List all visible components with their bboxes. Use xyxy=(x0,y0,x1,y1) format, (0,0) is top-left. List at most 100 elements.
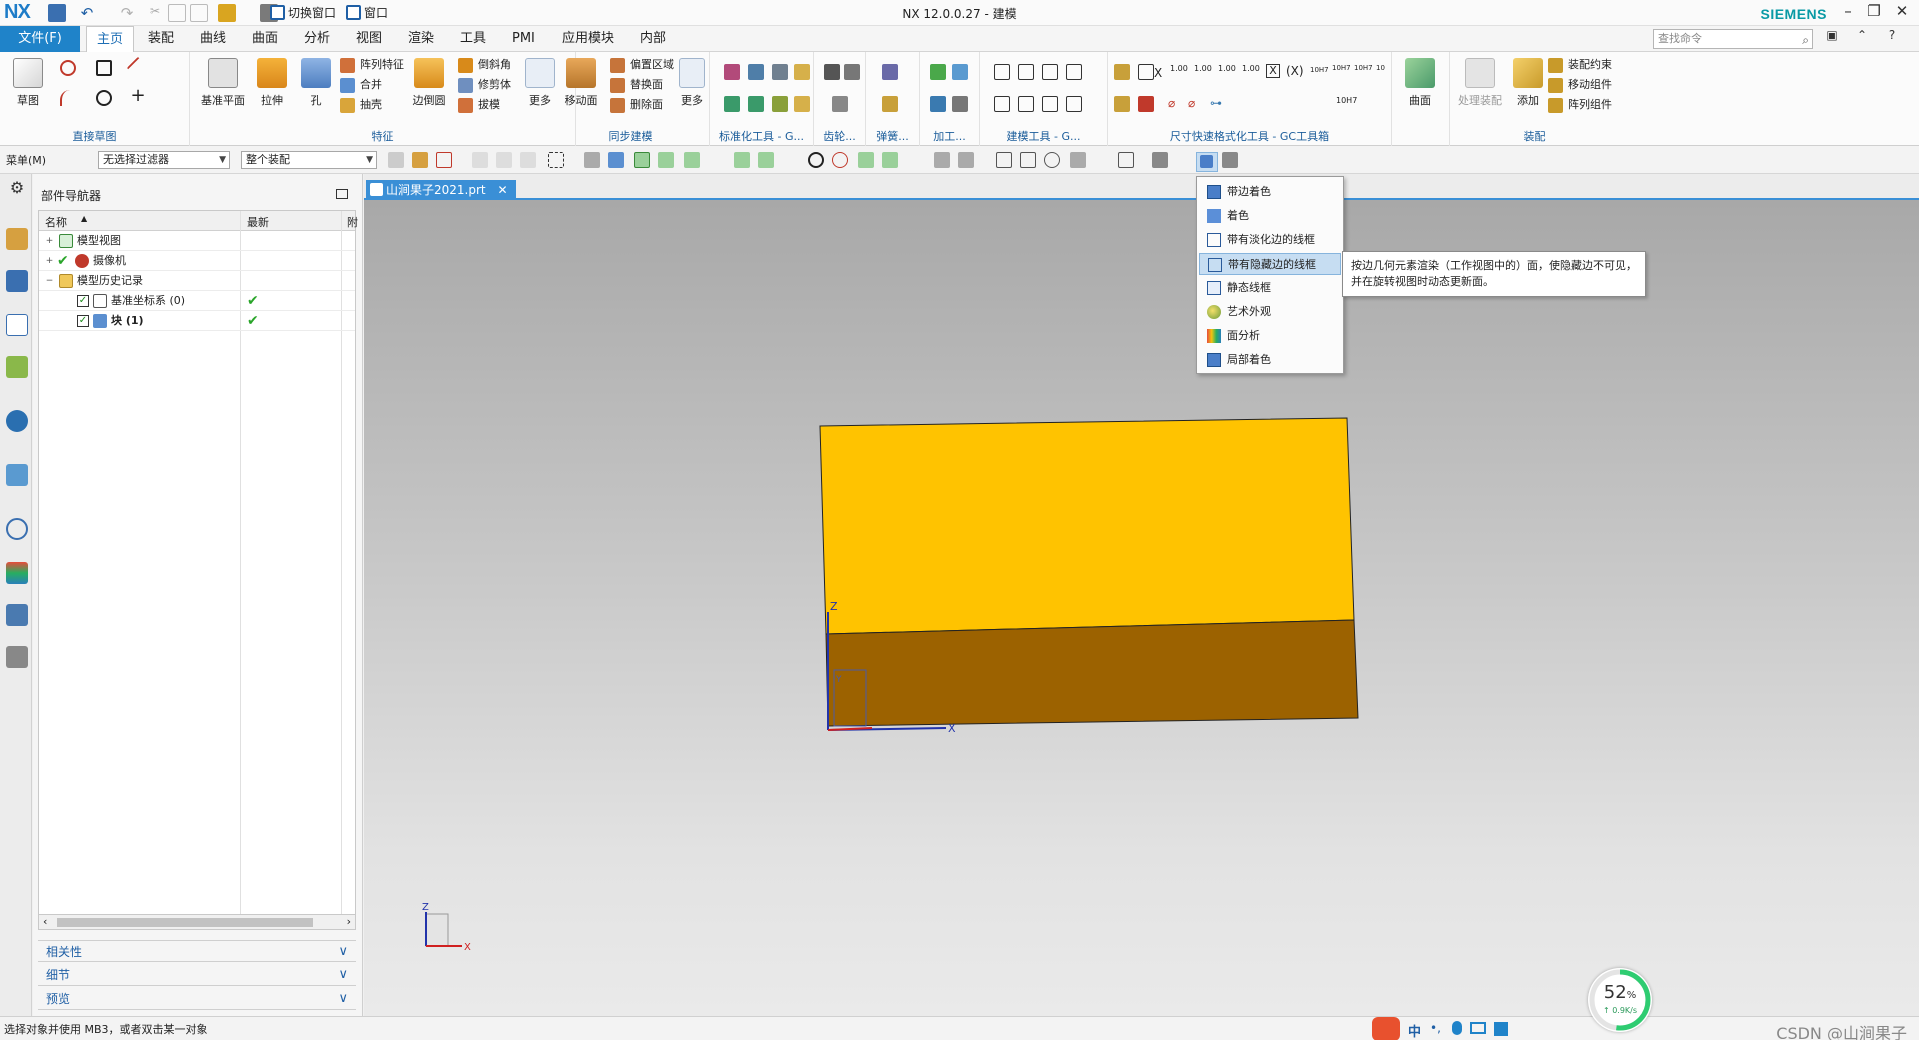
tolerance-label[interactable]: 10H7 xyxy=(1336,96,1357,105)
constraint-navigator-icon[interactable] xyxy=(6,270,28,292)
ime-mode-label[interactable]: 中 xyxy=(1408,1021,1421,1040)
section-preview[interactable]: 预览 ∨ xyxy=(38,988,356,1010)
file-menu-tab[interactable]: 文件(F) xyxy=(0,26,80,52)
spring-icon[interactable] xyxy=(882,64,898,80)
tool-icon[interactable] xyxy=(724,64,740,80)
close-window-button[interactable]: ✕ xyxy=(1889,2,1915,24)
menu-item-wireframe-hidden-edges[interactable]: 带有隐藏边的线框 xyxy=(1199,253,1341,275)
dim-tool-icon[interactable] xyxy=(1114,64,1130,80)
tree-row[interactable]: ✓ 基准坐标系 (0) ✔ xyxy=(39,291,355,311)
menu-item-studio[interactable]: 艺术外观 xyxy=(1199,301,1341,323)
command-finder-input[interactable]: 查找命令 ⌕ xyxy=(1653,29,1813,49)
modeling-tool-icon[interactable] xyxy=(994,64,1010,80)
visibility-checkbox[interactable]: ✓ xyxy=(77,295,89,307)
graphics-window[interactable]: Z X Y Z X xyxy=(364,200,1919,1016)
snap-icon[interactable] xyxy=(734,152,750,168)
tab-surface[interactable]: 曲面 xyxy=(242,26,288,52)
tool-icon[interactable] xyxy=(794,64,810,80)
tab-home[interactable]: 主页 xyxy=(86,26,135,52)
selection-tool-icon[interactable] xyxy=(520,152,536,168)
dim-label[interactable]: 1.00 xyxy=(1218,64,1236,73)
view-tool-icon[interactable] xyxy=(1222,152,1238,168)
tab-view[interactable]: 视图 xyxy=(346,26,392,52)
selection-tool-icon[interactable] xyxy=(388,152,404,168)
view-tool-icon[interactable] xyxy=(1152,152,1168,168)
diameter-icon[interactable]: ⌀ xyxy=(1188,96,1195,110)
snap-icon[interactable] xyxy=(808,152,824,168)
modeling-tool-icon[interactable] xyxy=(1042,64,1058,80)
machining-icon[interactable] xyxy=(952,64,968,80)
ime-punct-label[interactable]: •, xyxy=(1430,1021,1441,1035)
tab-tools[interactable]: 工具 xyxy=(450,26,496,52)
pattern-component-button[interactable]: 阵列组件 xyxy=(1548,96,1612,114)
sync-more-button[interactable]: 更多 xyxy=(676,56,708,108)
menu-item-wireframe-dimmed-edges[interactable]: 带有淡化边的线框 xyxy=(1199,229,1341,251)
chamfer-button[interactable]: 倒斜角 xyxy=(458,56,511,74)
modeling-tool-icon[interactable] xyxy=(1018,96,1034,112)
delete-face-button[interactable]: 删除面 xyxy=(610,96,663,114)
snap-icon[interactable] xyxy=(882,152,898,168)
machining-icon[interactable] xyxy=(930,64,946,80)
expand-icon[interactable]: + xyxy=(45,257,54,266)
section-details[interactable]: 细节 ∨ xyxy=(38,964,356,986)
visibility-checkbox[interactable]: ✓ xyxy=(77,315,89,327)
dim-tool-icon[interactable] xyxy=(1138,64,1154,80)
column-header-extra[interactable]: 附 xyxy=(347,214,358,230)
modeling-tool-icon[interactable] xyxy=(994,96,1010,112)
selection-tool-icon[interactable] xyxy=(608,152,624,168)
modeling-tool-icon[interactable] xyxy=(1042,96,1058,112)
expand-icon[interactable]: + xyxy=(45,237,54,246)
maximize-icon[interactable] xyxy=(336,189,348,199)
arc-icon[interactable] xyxy=(60,90,76,106)
tool-icon[interactable] xyxy=(772,64,788,80)
tool-icon[interactable] xyxy=(772,96,788,112)
menu-button[interactable]: 菜单(M) xyxy=(6,152,46,168)
tolerance-label[interactable]: 10H7 xyxy=(1332,64,1351,72)
snap-icon[interactable] xyxy=(684,152,700,168)
reuse-library-icon[interactable] xyxy=(6,356,28,378)
sogou-logo-icon[interactable] xyxy=(1372,1017,1400,1040)
modeling-tool-icon[interactable] xyxy=(1018,64,1034,80)
surface-button[interactable]: 曲面 xyxy=(1398,56,1442,108)
offset-region-button[interactable]: 偏置区域 xyxy=(610,56,674,74)
type-filter-select[interactable]: 无选择过滤器 ▼ xyxy=(98,151,230,169)
move-face-button[interactable]: 移动面 xyxy=(556,56,606,108)
help-icon[interactable]: ? xyxy=(1879,28,1905,50)
snap-icon[interactable] xyxy=(658,152,674,168)
menu-item-partial-shading[interactable]: 局部着色 xyxy=(1199,349,1341,371)
snap-icon[interactable] xyxy=(858,152,874,168)
sketch-button[interactable]: 草图 xyxy=(6,56,50,108)
process-assembly-button[interactable]: 处理装配 xyxy=(1454,56,1506,108)
snap-icon[interactable] xyxy=(832,152,848,168)
tolerance-label[interactable]: 10 xyxy=(1376,64,1385,72)
menu-item-shaded-with-edges[interactable]: 带边着色 xyxy=(1199,181,1341,203)
collapse-icon[interactable]: − xyxy=(45,277,54,286)
scroll-right-icon[interactable]: › xyxy=(347,915,351,928)
unite-button[interactable]: 合并 xyxy=(340,76,382,94)
grid-icon[interactable] xyxy=(1494,1022,1508,1036)
datum-plane-button[interactable]: 基准平面 xyxy=(198,56,248,108)
extrude-button[interactable]: 拉伸 xyxy=(250,56,294,108)
horizontal-scrollbar[interactable]: ‹ › xyxy=(38,914,356,930)
dim-paren-x-label[interactable]: (X) xyxy=(1286,64,1304,78)
link-icon[interactable]: ⊶ xyxy=(1210,96,1222,110)
system-scene-icon[interactable] xyxy=(6,646,28,668)
info-icon[interactable] xyxy=(6,410,28,432)
column-header-name[interactable]: 名称 xyxy=(45,214,67,230)
circle-icon[interactable] xyxy=(96,90,112,106)
hole-button[interactable]: 孔 xyxy=(294,56,338,108)
tab-applications[interactable]: 应用模块 xyxy=(552,26,624,52)
assembly-constraint-button[interactable]: 装配约束 xyxy=(1548,56,1612,74)
tolerance-label[interactable]: 10H7 xyxy=(1310,66,1329,74)
tool-icon[interactable] xyxy=(748,96,764,112)
draft-button[interactable]: 拔模 xyxy=(458,96,500,114)
view-tool-icon[interactable] xyxy=(1070,152,1086,168)
block-top-face[interactable] xyxy=(819,417,1355,635)
selection-tool-icon[interactable] xyxy=(412,152,428,168)
line-icon[interactable] xyxy=(126,56,150,80)
snap-icon[interactable] xyxy=(958,152,974,168)
machining-icon[interactable] xyxy=(930,96,946,112)
palette-icon[interactable] xyxy=(6,562,28,584)
tool-icon[interactable] xyxy=(794,96,810,112)
snap-icon[interactable] xyxy=(710,152,726,168)
